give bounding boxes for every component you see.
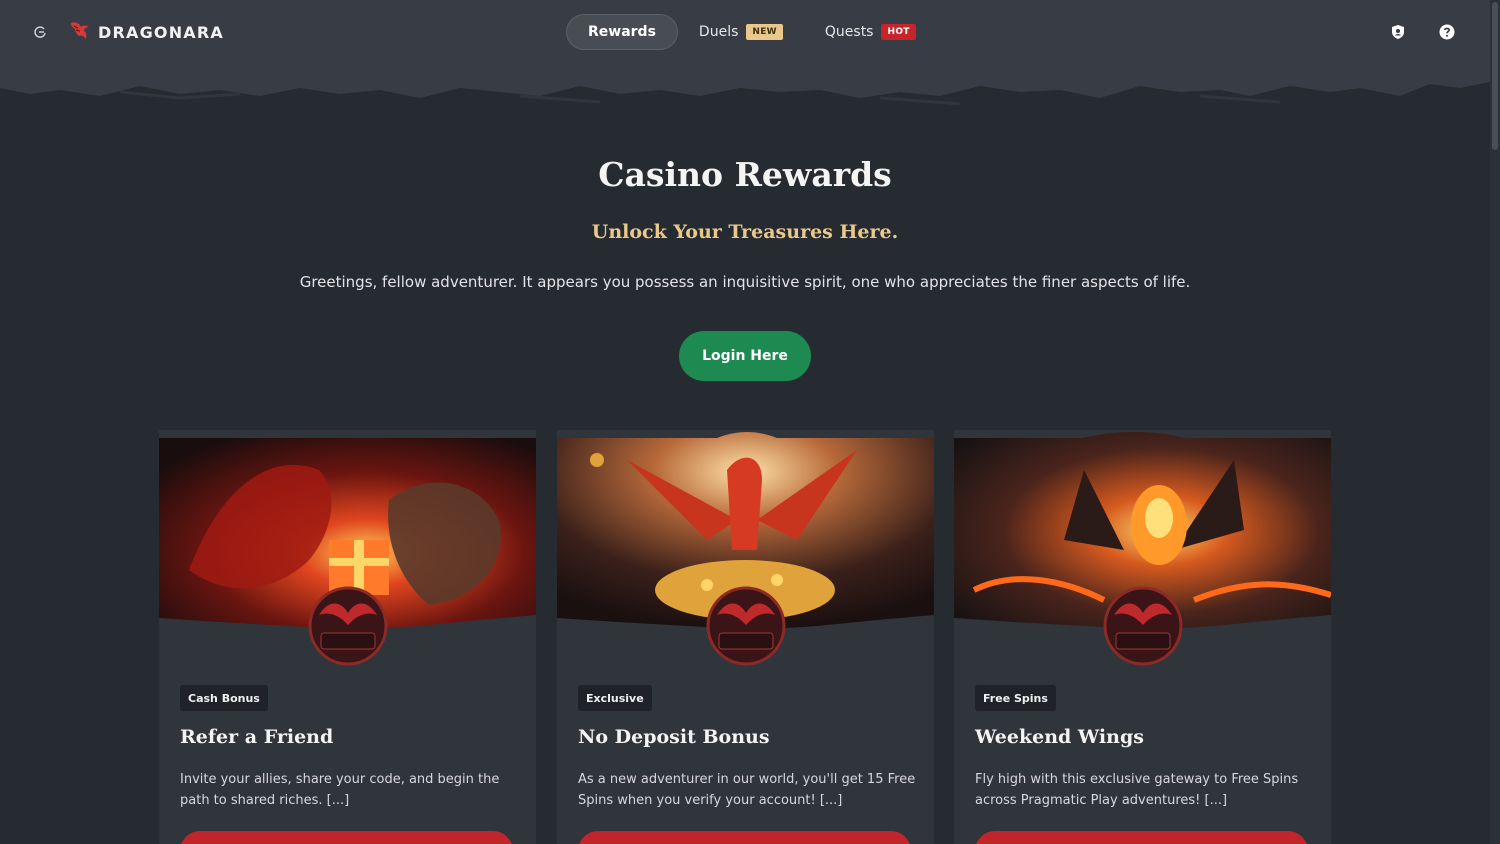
reward-card-refer-a-friend[interactable]: Cash Bonus Refer a Friend Invite your al… [159,430,536,844]
card-description: As a new adventurer in our world, you'll… [578,772,916,808]
nav-quests-label: Quests [824,24,874,40]
header-torn-edge [0,62,1490,106]
page-title: Casino Rewards [598,155,892,194]
card-title: No Deposit Bonus [578,726,770,748]
card-description: Invite your allies, share your code, and… [180,772,500,808]
nav-rewards-label: Rewards [588,24,656,40]
help-icon[interactable] [1438,23,1455,40]
hot-badge: HOT [881,24,916,40]
card-tag: Exclusive [578,685,652,711]
page-subtitle: Unlock Your Treasures Here. [591,221,899,243]
shield-icon[interactable] [1389,23,1406,40]
card-title: Refer a Friend [180,726,334,748]
page-scrollbar[interactable] [1490,0,1500,844]
dragons-emblem-icon [706,586,786,666]
reward-card-no-deposit-bonus[interactable]: Exclusive No Deposit Bonus As a new adve… [557,430,934,844]
card-description: Fly high with this exclusive gateway to … [975,772,1299,808]
nav-duels-label: Duels [698,24,739,40]
logo-text: DRAGONARA [98,22,224,42]
card-title: Weekend Wings [975,726,1144,748]
card-tag: Free Spins [975,685,1056,711]
nav-rewards[interactable]: Rewards [566,14,678,50]
main-nav: Rewards Duels NEW Quests HOT [566,14,937,50]
card-action-button[interactable] [975,831,1308,844]
hero-description: Greetings, fellow adventurer. It appears… [299,273,1191,291]
new-badge: NEW [746,24,783,40]
dragons-emblem-icon [308,586,388,666]
refresh-back-icon[interactable] [30,22,50,42]
login-button[interactable]: Login Here [679,331,811,381]
card-tag: Cash Bonus [180,685,268,711]
card-action-button[interactable] [180,831,513,844]
nav-quests[interactable]: Quests HOT [804,14,937,50]
dragon-icon [68,18,92,46]
scrollbar-thumb[interactable] [1492,2,1498,150]
reward-card-weekend-wings[interactable]: Free Spins Weekend Wings Fly high with t… [954,430,1331,844]
card-action-button[interactable] [578,831,911,844]
nav-duels[interactable]: Duels NEW [678,14,804,50]
dragons-emblem-icon [1103,586,1183,666]
site-logo[interactable]: DRAGONARA [68,19,224,45]
